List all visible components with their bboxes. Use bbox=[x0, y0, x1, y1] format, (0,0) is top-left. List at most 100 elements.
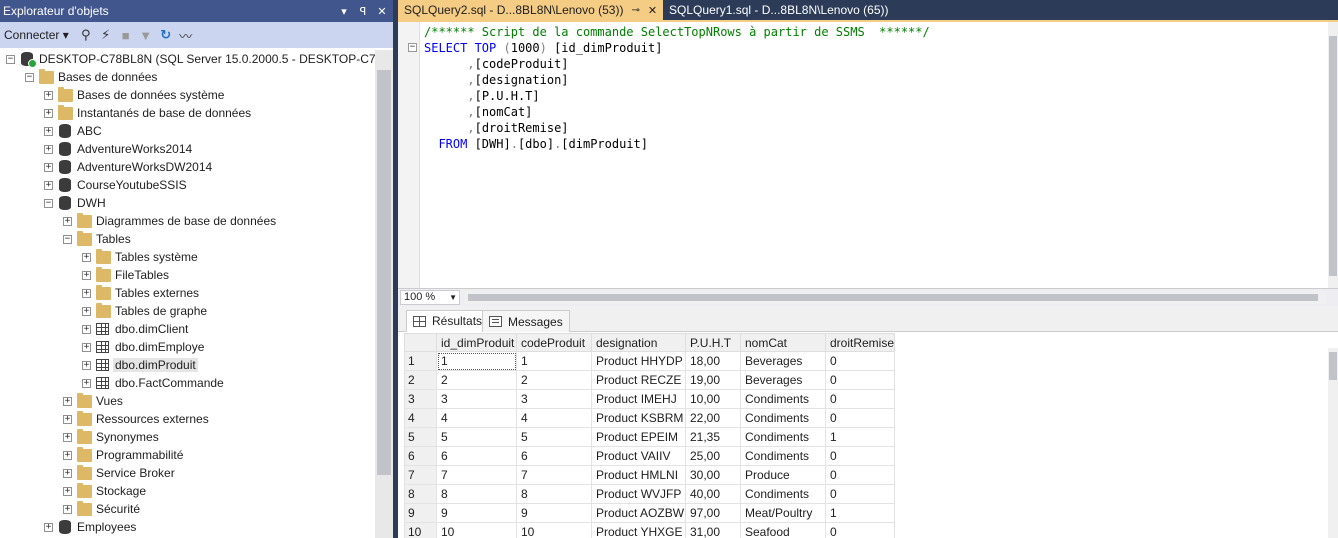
expand-icon[interactable]: + bbox=[63, 414, 72, 424]
code-line[interactable]: ,[nomCat] bbox=[424, 104, 930, 120]
tree-node[interactable]: + Bases de données système bbox=[44, 86, 224, 104]
table-row[interactable]: 10 10 10 Product YHXGE 31,00 Seafood 0 bbox=[404, 522, 896, 538]
row-number[interactable]: 8 bbox=[404, 484, 437, 504]
table-cell[interactable]: 0 bbox=[824, 465, 896, 485]
table-cell[interactable]: 18,00 bbox=[685, 351, 741, 371]
expand-icon[interactable]: + bbox=[63, 450, 72, 460]
table-cell[interactable]: 6 bbox=[516, 446, 592, 466]
row-number[interactable]: 9 bbox=[404, 503, 437, 523]
column-header[interactable]: droitRemise bbox=[824, 333, 896, 352]
refresh-icon[interactable]: ↻ bbox=[159, 27, 173, 43]
expand-icon[interactable]: + bbox=[82, 342, 91, 352]
table-cell[interactable]: 9 bbox=[516, 503, 592, 523]
table-cell[interactable]: Beverages bbox=[740, 351, 826, 371]
expand-icon[interactable]: + bbox=[63, 504, 72, 514]
tab-sqlquery2[interactable]: SQLQuery2.sql - D...8BL8N\Lenovo (53)) ⊸… bbox=[398, 0, 664, 20]
table-row[interactable]: 3 3 3 Product IMEHJ 10,00 Condiments 0 bbox=[404, 389, 896, 409]
disconnect-icon[interactable]: ⚡ bbox=[99, 27, 113, 43]
tree-node[interactable]: + Service Broker bbox=[63, 464, 175, 482]
tree-node[interactable]: + AdventureWorks2014 bbox=[44, 140, 192, 158]
results-grid[interactable]: id_dimProduit codeProduit designation P.U.H… bbox=[404, 333, 1324, 538]
table-cell[interactable]: 0 bbox=[824, 522, 896, 538]
collapse-icon[interactable]: − bbox=[6, 54, 15, 64]
tree-node[interactable]: + Vues bbox=[63, 392, 123, 410]
expand-icon[interactable]: + bbox=[82, 378, 91, 388]
editor-vertical-scrollbar[interactable] bbox=[1328, 22, 1338, 288]
table-cell[interactable]: Product WVJFP bbox=[591, 484, 686, 504]
expand-icon[interactable]: + bbox=[44, 162, 53, 172]
table-cell[interactable]: 0 bbox=[824, 389, 896, 409]
tree-node[interactable]: − Tables bbox=[63, 230, 131, 248]
table-row[interactable]: 5 5 5 Product EPEIM 21,35 Condiments 1 bbox=[404, 427, 896, 447]
code-line[interactable]: − SELECT TOP (1000) [id_dimProduit] bbox=[408, 40, 930, 56]
zoom-select[interactable]: 100 % ▼ bbox=[400, 290, 460, 305]
code-line[interactable]: ,[codeProduit] bbox=[424, 56, 930, 72]
table-cell[interactable]: 40,00 bbox=[685, 484, 741, 504]
tree-vertical-scrollbar[interactable] bbox=[375, 50, 393, 538]
tree-node[interactable]: + CourseYoutubeSSIS bbox=[44, 176, 187, 194]
tree-node[interactable]: + Sécurité bbox=[63, 500, 140, 518]
table-cell[interactable]: 2 bbox=[516, 370, 592, 390]
tree-node[interactable]: + FileTables bbox=[82, 266, 169, 284]
table-row[interactable]: 9 9 9 Product AOZBW 97,00 Meat/Poultry 1 bbox=[404, 503, 896, 523]
table-cell[interactable]: Product HHYDP bbox=[591, 351, 686, 371]
sql-code[interactable]: /****** Script de la commande SelectTopN… bbox=[408, 24, 930, 152]
collapse-icon[interactable]: − bbox=[408, 43, 417, 52]
collapse-icon[interactable]: − bbox=[44, 198, 53, 208]
table-cell[interactable]: 4 bbox=[516, 408, 592, 428]
table-cell[interactable]: Product EPEIM bbox=[591, 427, 686, 447]
code-line[interactable]: FROM [DWH].[dbo].[dimProduit] bbox=[424, 136, 930, 152]
tree-node[interactable]: − Bases de données bbox=[25, 68, 157, 86]
connect-button[interactable]: Connecter ▾ bbox=[4, 28, 69, 42]
table-cell[interactable]: 1 bbox=[824, 427, 896, 447]
expand-icon[interactable]: + bbox=[63, 216, 72, 226]
tab-sqlquery1[interactable]: SQLQuery1.sql - D...8BL8N\Lenovo (65)) bbox=[663, 0, 894, 20]
table-cell[interactable]: 5 bbox=[516, 427, 592, 447]
expand-icon[interactable]: + bbox=[82, 306, 91, 316]
code-line[interactable]: ,[designation] bbox=[424, 72, 930, 88]
table-cell[interactable]: Condiments bbox=[740, 446, 826, 466]
code-line[interactable]: ,[P.U.H.T] bbox=[424, 88, 930, 104]
tree-node[interactable]: + Synonymes bbox=[63, 428, 159, 446]
table-cell[interactable]: 0 bbox=[824, 484, 896, 504]
table-cell[interactable]: Product RECZE bbox=[591, 370, 686, 390]
column-header[interactable]: P.U.H.T bbox=[685, 333, 741, 352]
grid-corner-cell[interactable] bbox=[404, 333, 437, 352]
expand-icon[interactable]: + bbox=[44, 522, 53, 532]
row-number[interactable]: 2 bbox=[404, 370, 437, 390]
tree-node[interactable]: + Instantanés de base de données bbox=[44, 104, 251, 122]
editor-hscroll-thumb[interactable] bbox=[468, 294, 1318, 301]
table-cell[interactable]: Beverages bbox=[740, 370, 826, 390]
row-number[interactable]: 3 bbox=[404, 389, 437, 409]
row-number[interactable]: 7 bbox=[404, 465, 437, 485]
table-cell[interactable]: 21,35 bbox=[685, 427, 741, 447]
column-header[interactable]: id_dimProduit bbox=[436, 333, 517, 352]
row-number[interactable]: 1 bbox=[404, 351, 437, 371]
tree-node[interactable]: + dbo.FactCommande bbox=[82, 374, 224, 392]
table-cell[interactable]: 0 bbox=[824, 370, 896, 390]
row-number[interactable]: 10 bbox=[404, 522, 437, 538]
expand-icon[interactable]: + bbox=[63, 486, 72, 496]
expand-icon[interactable]: + bbox=[82, 288, 91, 298]
table-cell[interactable]: 10 bbox=[436, 522, 517, 538]
tree-node[interactable]: + ABC bbox=[44, 122, 102, 140]
tree-node[interactable]: + Diagrammes de base de données bbox=[63, 212, 276, 230]
tree-node[interactable]: + Tables externes bbox=[82, 284, 199, 302]
tree-node[interactable]: + dbo.dimEmploye bbox=[82, 338, 204, 356]
table-cell[interactable]: Seafood bbox=[740, 522, 826, 538]
tree-node[interactable]: + Tables de graphe bbox=[82, 302, 207, 320]
table-row[interactable]: 7 7 7 Product HMLNI 30,00 Produce 0 bbox=[404, 465, 896, 485]
close-icon[interactable]: ✕ bbox=[374, 5, 390, 18]
table-cell[interactable]: Product VAIIV bbox=[591, 446, 686, 466]
activity-monitor-icon[interactable]: 〰 bbox=[179, 26, 193, 45]
table-cell[interactable]: Product KSBRM bbox=[591, 408, 686, 428]
window-position-dropdown-icon[interactable]: ▾ bbox=[336, 5, 352, 18]
column-header[interactable]: designation bbox=[591, 333, 686, 352]
expand-icon[interactable]: + bbox=[44, 126, 53, 136]
table-cell[interactable]: 0 bbox=[824, 446, 896, 466]
table-cell[interactable]: Product HMLNI bbox=[591, 465, 686, 485]
table-cell[interactable]: 0 bbox=[824, 408, 896, 428]
editor-scroll-thumb[interactable] bbox=[1329, 36, 1337, 276]
table-cell[interactable]: 3 bbox=[516, 389, 592, 409]
tree-node[interactable]: + dbo.dimClient bbox=[82, 320, 188, 338]
